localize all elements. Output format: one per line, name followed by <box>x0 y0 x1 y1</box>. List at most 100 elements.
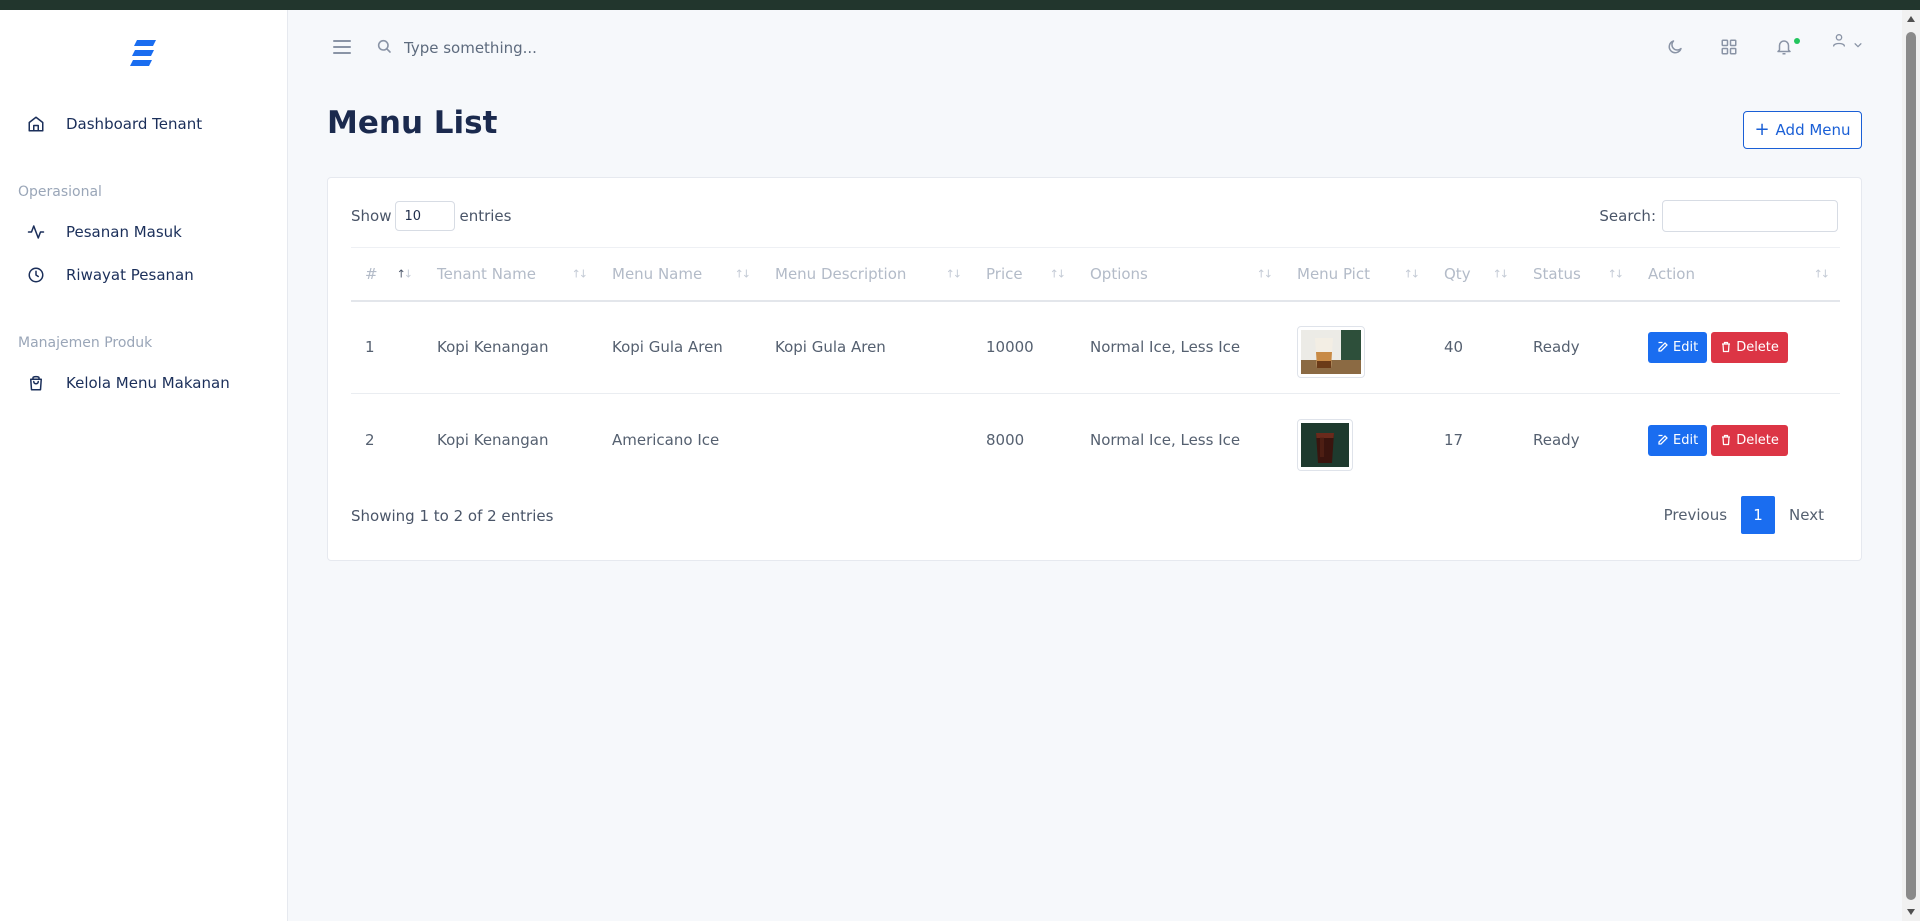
scroll-up-arrow-icon[interactable] <box>1907 16 1915 22</box>
cell-qty: 17 <box>1444 431 1464 450</box>
pagination: Previous 1 Next <box>1650 496 1838 534</box>
menu-thumbnail[interactable] <box>1297 326 1365 379</box>
bell-icon[interactable] <box>1775 38 1795 58</box>
cell-options: Normal Ice, Less Ice <box>1090 338 1241 357</box>
search-icon <box>376 38 394 56</box>
table-header-row: # ↑↓ Tenant Name ↑↓ Menu Name ↑↓ Menu Descr… <box>351 247 1840 301</box>
column-header-qty[interactable]: Qty ↑↓ <box>1430 248 1519 301</box>
page-scrollbar[interactable] <box>1902 10 1920 921</box>
chevron-down-icon <box>1853 35 1863 54</box>
page-button-1[interactable]: 1 <box>1741 496 1776 534</box>
trash-icon <box>1722 342 1731 353</box>
home-icon <box>24 112 48 136</box>
topbar-search-input[interactable] <box>402 36 726 60</box>
entries-label: entries <box>459 207 512 225</box>
plus-icon: + <box>1754 119 1770 140</box>
sort-icon: ↑↓ <box>1256 267 1274 281</box>
column-header-menu-name[interactable]: Menu Name ↑↓ <box>598 248 761 301</box>
delete-button[interactable]: Delete <box>1711 331 1788 363</box>
page-title: Menu List <box>327 105 498 141</box>
moon-icon[interactable] <box>1666 38 1686 58</box>
cell-price: 10000 <box>986 338 1034 357</box>
column-header-status[interactable]: Status ↑↓ <box>1519 248 1634 301</box>
sidebar-item-pesanan-masuk[interactable]: Pesanan Masuk <box>24 220 182 244</box>
grid-icon[interactable] <box>1720 38 1740 58</box>
sidebar-item-label: Dashboard Tenant <box>66 115 203 133</box>
scroll-down-arrow-icon[interactable] <box>1907 909 1915 915</box>
cell-tenant-name: Kopi Kenangan <box>437 431 549 450</box>
menu-list-card: Show entries Search: #↑↓ Tenant Name↑↓ M… <box>327 177 1862 561</box>
column-header-number[interactable]: # ↑↓ <box>351 248 423 301</box>
cell-menu-description <box>761 394 972 487</box>
sidebar: Dashboard Tenant Operasional Pesanan Mas… <box>0 10 288 921</box>
entries-per-page-select[interactable] <box>395 201 456 231</box>
delete-button[interactable]: Delete <box>1711 424 1788 456</box>
cell-action: Edit Delete <box>1634 301 1840 394</box>
column-header-options[interactable]: Options ↑↓ <box>1076 248 1283 301</box>
notification-dot <box>1794 38 1800 44</box>
topbar <box>288 10 1902 80</box>
sidebar-item-riwayat-pesanan[interactable]: Riwayat Pesanan <box>24 263 194 287</box>
sidebar-item-label: Pesanan Masuk <box>66 223 182 241</box>
browser-top-strip <box>0 0 1920 10</box>
sidebar-item-kelola-menu-makanan[interactable]: Kelola Menu Makanan <box>24 371 230 395</box>
cell-qty: 40 <box>1444 338 1464 357</box>
sidebar-section-manajemen-produk: Manajemen Produk <box>18 335 153 351</box>
show-label: Show <box>351 207 392 225</box>
table-info: Showing 1 to 2 of 2 entries <box>351 507 554 525</box>
search-label: Search: <box>1599 207 1656 225</box>
app-logo[interactable] <box>130 38 158 68</box>
table-search: Search: <box>1599 200 1838 232</box>
edit-button[interactable]: Edit <box>1648 424 1708 456</box>
previous-page-button[interactable]: Previous <box>1650 496 1741 534</box>
cell-number: 2 <box>365 431 375 450</box>
edit-icon <box>1658 342 1668 352</box>
sort-icon: ↑↓ <box>1813 267 1831 281</box>
sidebar-item-label: Kelola Menu Makanan <box>66 374 230 392</box>
sidebar-item-label: Riwayat Pesanan <box>66 266 194 284</box>
cell-menu-name: Americano Ice <box>612 431 720 450</box>
cell-options: Normal Ice, Less Ice <box>1090 431 1241 450</box>
menu-toggle-icon[interactable] <box>332 38 354 56</box>
cell-menu-pict <box>1283 301 1430 394</box>
add-menu-button[interactable]: + Add Menu <box>1743 111 1862 149</box>
cell-menu-name: Kopi Gula Aren <box>612 338 723 357</box>
trash-icon <box>1722 435 1731 446</box>
next-page-button[interactable]: Next <box>1775 496 1838 534</box>
cell-tenant-name: Kopi Kenangan <box>437 338 549 357</box>
sort-icon: ↑↓ <box>734 267 752 281</box>
cell-menu-pict <box>1283 394 1430 487</box>
cell-number: 1 <box>365 338 375 357</box>
column-header-menu-description[interactable]: Menu Description ↑↓ <box>761 248 972 301</box>
column-header-menu-pict[interactable]: Menu Pict ↑↓ <box>1283 248 1430 301</box>
cell-price: 8000 <box>986 431 1025 450</box>
sort-icon: ↑↓ <box>571 267 589 281</box>
sort-icon: ↑↓ <box>1607 267 1625 281</box>
table-row: 2 Kopi Kenangan Americano Ice 8000 Norma… <box>351 394 1840 487</box>
activity-icon <box>24 220 48 244</box>
entries-length-control: Show entries <box>351 201 511 231</box>
scrollbar-thumb[interactable] <box>1906 32 1916 900</box>
add-menu-label: Add Menu <box>1775 121 1851 139</box>
cell-action: Edit Delete <box>1634 394 1840 487</box>
menu-table: # ↑↓ Tenant Name ↑↓ Menu Name ↑↓ Menu Descr… <box>351 247 1840 487</box>
sort-icon: ↑↓ <box>396 267 414 281</box>
sidebar-section-operasional: Operasional <box>18 184 102 200</box>
column-header-tenant-name[interactable]: Tenant Name ↑↓ <box>423 248 598 301</box>
sort-icon: ↑↓ <box>1049 267 1067 281</box>
edit-button[interactable]: Edit <box>1648 331 1708 363</box>
cell-menu-description: Kopi Gula Aren <box>775 338 886 357</box>
user-menu[interactable] <box>1831 32 1871 52</box>
sidebar-item-dashboard-tenant[interactable]: Dashboard Tenant <box>24 112 202 136</box>
cell-status: Ready <box>1533 338 1580 357</box>
table-search-input[interactable] <box>1662 200 1838 232</box>
sort-icon: ↑↓ <box>945 267 963 281</box>
cell-status: Ready <box>1533 431 1580 450</box>
column-header-action[interactable]: Action ↑↓ <box>1634 248 1840 301</box>
edit-icon <box>1658 435 1668 445</box>
sort-icon: ↑↓ <box>1403 267 1421 281</box>
menu-thumbnail[interactable] <box>1297 419 1353 472</box>
column-header-price[interactable]: Price ↑↓ <box>972 248 1076 301</box>
user-icon <box>1831 32 1847 52</box>
sort-icon: ↑↓ <box>1492 267 1510 281</box>
